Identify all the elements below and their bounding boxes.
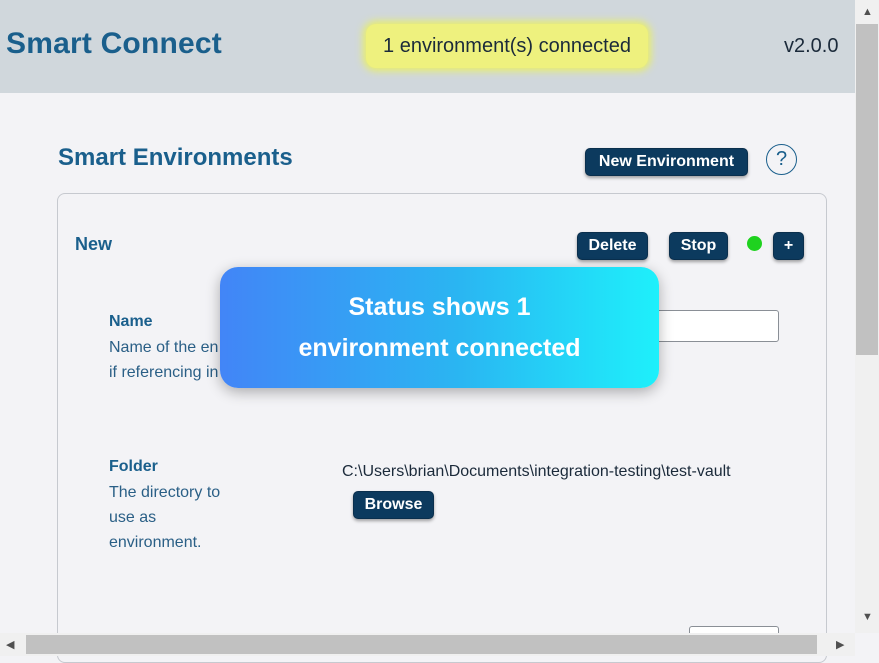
name-field-label: Name	[109, 313, 153, 330]
folder-desc-line: environment.	[109, 534, 202, 551]
connection-status-indicator	[747, 236, 762, 251]
folder-field-description: The directory to use as environment.	[109, 480, 220, 555]
scroll-down-icon[interactable]: ▼	[862, 611, 873, 623]
connection-status-badge: 1 environment(s) connected	[366, 24, 648, 68]
toast-line: environment connected	[298, 333, 581, 362]
folder-desc-line: The directory to	[109, 484, 221, 501]
add-button[interactable]: +	[773, 232, 804, 260]
status-toast: Status shows 1 environment connected	[220, 267, 659, 388]
name-desc-line: if referencing in	[109, 364, 219, 381]
delete-button[interactable]: Delete	[577, 232, 648, 260]
environment-card	[57, 193, 827, 663]
name-field-description: Name of the en if referencing in	[109, 335, 218, 385]
name-desc-line: Name of the en	[109, 339, 219, 356]
environment-name: New	[75, 234, 113, 254]
app-title: Smart Connect	[6, 27, 222, 60]
scroll-left-icon[interactable]: ◀	[6, 638, 14, 651]
new-environment-button[interactable]: New Environment	[585, 148, 748, 176]
version-label: v2.0.0	[784, 35, 839, 57]
horizontal-scroll-thumb[interactable]	[26, 635, 817, 654]
folder-desc-line: use as	[109, 509, 157, 526]
vertical-scroll-thumb[interactable]	[856, 24, 878, 355]
toast-line: Status shows 1	[348, 292, 531, 321]
scroll-up-icon[interactable]: ▲	[862, 6, 873, 18]
help-icon[interactable]: ?	[766, 144, 797, 175]
section-title: Smart Environments	[58, 144, 293, 171]
scroll-right-icon[interactable]: ▶	[836, 638, 844, 651]
app-header: Smart Connect 1 environment(s) connected…	[0, 0, 855, 93]
stop-button[interactable]: Stop	[669, 232, 728, 260]
folder-field-label: Folder	[109, 458, 158, 475]
browse-button[interactable]: Browse	[353, 491, 434, 519]
name-input[interactable]	[640, 310, 779, 342]
folder-path: C:\Users\brian\Documents\integration-tes…	[342, 463, 731, 480]
